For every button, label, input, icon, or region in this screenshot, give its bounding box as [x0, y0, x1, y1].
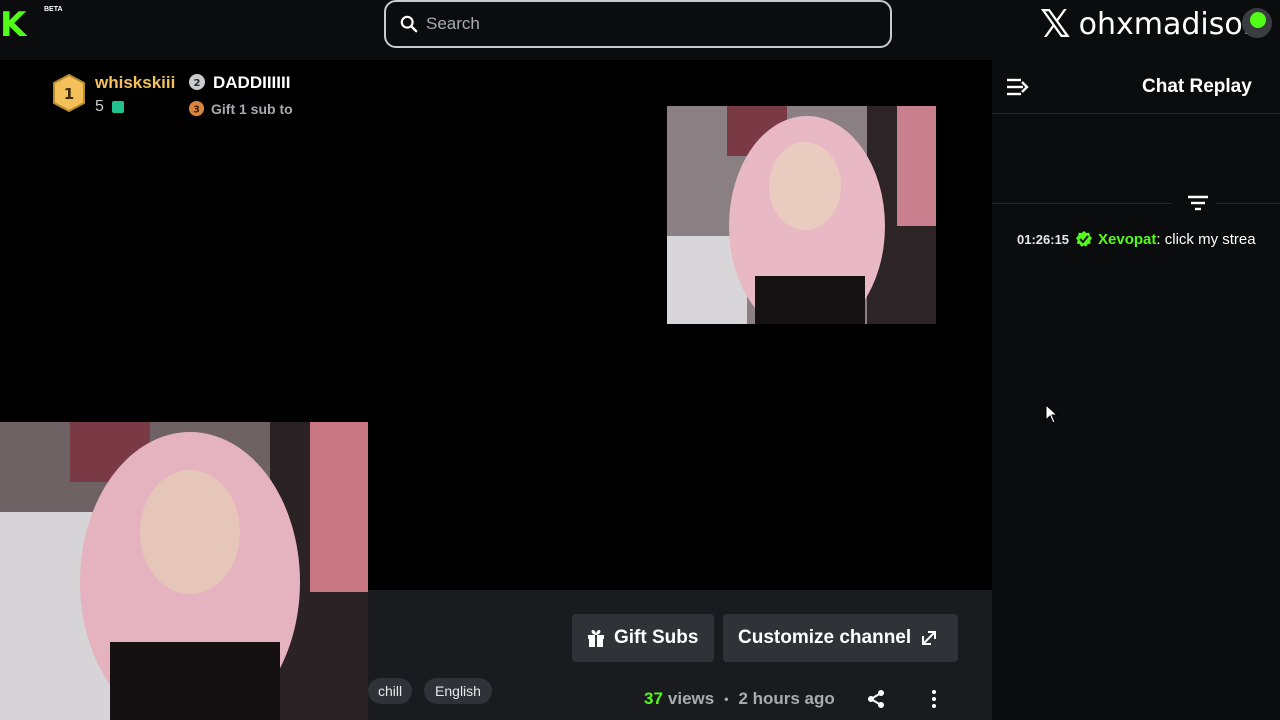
avatar-badge	[1250, 12, 1266, 28]
more-options-icon[interactable]	[924, 689, 944, 709]
leaderboard-score-1: 5	[95, 98, 124, 116]
user-avatar[interactable]	[1242, 8, 1272, 38]
message-timestamp: 01:26:15	[1017, 231, 1070, 247]
bronze-badge-icon: 3	[188, 100, 205, 117]
chat-message: 01:26:15 Xevopat : click my strea	[1017, 229, 1256, 249]
time-ago: 2 hours ago	[738, 689, 835, 708]
webcam-overlay-bottom	[0, 422, 368, 720]
chat-panel: Chat Replay	[992, 60, 1280, 720]
rank-2-text: 2	[194, 78, 201, 89]
gift-subs-button[interactable]: Gift Subs	[572, 614, 714, 662]
leaderboard-score-value: 5	[95, 98, 104, 115]
logo-mark: K	[0, 5, 26, 45]
external-link-icon	[922, 631, 937, 645]
mouse-cursor-icon	[1045, 404, 1059, 424]
kick-logo[interactable]: K BETA	[0, 5, 63, 45]
views-count: 37	[644, 689, 663, 708]
share-icon[interactable]	[866, 689, 886, 709]
gold-medal-icon: 1	[53, 74, 85, 112]
chat-header: Chat Replay	[992, 60, 1280, 114]
search-icon	[400, 15, 418, 33]
x-handle-text: ohxmadison	[1078, 6, 1262, 42]
top-bar: K BETA 𝕏 ohxmadison	[0, 0, 1280, 60]
customize-channel-label: Customize channel	[738, 627, 912, 648]
webcam-image-top	[667, 106, 936, 324]
search-bar[interactable]	[384, 0, 892, 48]
chat-divider	[992, 203, 1172, 204]
chat-divider	[1216, 203, 1280, 204]
webcam-overlay-top	[667, 106, 936, 324]
tag-english[interactable]: English	[424, 678, 492, 704]
collapse-chat-icon[interactable]	[1005, 77, 1029, 97]
leaderboard-text-3: Gift 1 sub to	[211, 101, 293, 117]
message-text: : click my strea	[1156, 230, 1256, 248]
leaderboard-name-1[interactable]: whiskskiii	[95, 73, 175, 93]
x-logo-icon: 𝕏	[1040, 2, 1071, 46]
rank-1-text: 1	[64, 85, 74, 103]
webcam-image-bottom	[0, 422, 368, 720]
beta-label: BETA	[44, 6, 63, 13]
separator-dot: •	[724, 692, 729, 706]
rank-3-text: 3	[193, 104, 200, 115]
message-username[interactable]: Xevopat	[1098, 231, 1156, 248]
verified-badge-icon	[1076, 231, 1093, 247]
overlay-x-handle: 𝕏 ohxmadison	[1040, 2, 1262, 46]
views-label: views	[667, 689, 715, 708]
search-input[interactable]	[426, 14, 846, 34]
gift-icon-small	[111, 101, 124, 113]
stream-stats: 37 views • 2 hours ago	[644, 688, 835, 710]
leaderboard-name-2[interactable]: DADDIIIIII	[213, 73, 290, 93]
gift-subs-label: Gift Subs	[614, 627, 699, 648]
silver-badge-icon: 2	[189, 74, 205, 90]
chat-title: Chat Replay	[1142, 76, 1252, 97]
gift-icon	[588, 630, 604, 647]
filter-icon[interactable]	[1187, 193, 1209, 213]
tag-chill[interactable]: chill	[368, 678, 412, 704]
customize-channel-button[interactable]: Customize channel	[723, 614, 958, 662]
